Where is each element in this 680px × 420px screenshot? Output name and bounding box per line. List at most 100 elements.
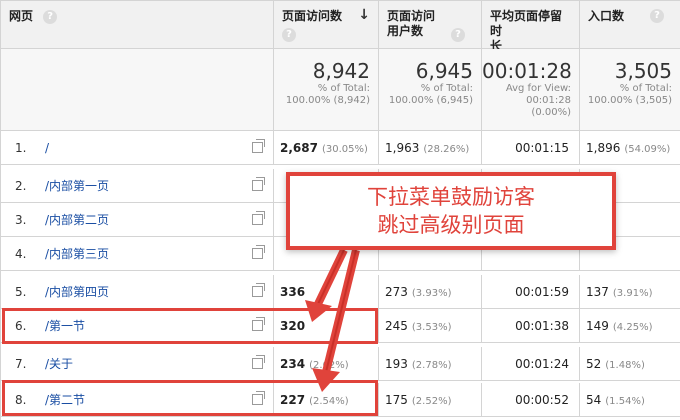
help-icon[interactable]: ? — [43, 9, 58, 24]
totals-avg-value: 00:01:28 — [482, 59, 572, 83]
page-link[interactable]: / — [45, 131, 49, 165]
entrances-cell: 54 (1.54%) — [580, 383, 680, 417]
totals-pageviews-value: 8,942 — [312, 59, 370, 83]
page-cell: 5. /内部第四页 — [1, 275, 274, 309]
page-link[interactable]: /内部第二页 — [45, 203, 109, 237]
entrances-cell: 1,896 (54.09%) — [580, 131, 680, 165]
totals-avg-l3: (0.00%) — [531, 107, 571, 118]
header-entrances[interactable]: 入口数 ? — [580, 1, 680, 49]
unique-value: 245 — [385, 319, 408, 333]
totals-entrances-l2: 100.00% (3,505) — [587, 95, 672, 106]
row-index: 5. — [15, 285, 27, 299]
unique-value: 175 — [385, 393, 408, 407]
table-header: 网页 ? 页面访问数 ↓ ? 页面访问 用户数 ? 平均页面停留时 长 入口数 … — [1, 1, 680, 53]
page-cell: 2. /内部第一页 — [1, 169, 274, 203]
totals-entrances-l1: % of Total: — [619, 83, 672, 94]
avg-value: 00:00:52 — [515, 393, 569, 407]
header-avg-time[interactable]: 平均页面停留时 长 — [482, 1, 580, 53]
pageviews-pct: (30.05%) — [321, 144, 368, 155]
page-cell: 4. /内部第三页 — [1, 237, 274, 271]
unique-cell: 245 (3.53%) — [379, 309, 482, 343]
table-row: 1. / 2,687 (30.05%) 1,963 (28.26%) 00:01:1… — [1, 131, 680, 165]
table-row: 7. /关于 234 (2.62%) 193 (2.78%) 00:01:24 52… — [1, 347, 680, 381]
totals-entrances: 3,505 % of Total: 100.00% (3,505) — [580, 49, 680, 131]
header-pageviews-label: 页面访问数 — [282, 9, 343, 23]
unique-pct: (2.52%) — [411, 396, 452, 407]
pageviews-pct: (2.62%) — [309, 360, 349, 371]
header-entrances-label: 入口数 — [588, 9, 625, 23]
pageviews-cell: 336 — [274, 275, 379, 309]
header-page[interactable]: 网页 ? — [1, 1, 274, 49]
avg-cell: 00:01:38 — [482, 309, 580, 343]
totals-row: 8,942 % of Total: 100.00% (8,942) 6,945 … — [1, 49, 680, 131]
unique-cell: 1,963 (28.26%) — [379, 131, 482, 165]
entrances-value: 52 — [586, 357, 602, 371]
annotation-callout: 下拉菜单鼓励访客 跳过高级别页面 — [286, 172, 616, 250]
entrances-pct: (1.54%) — [605, 396, 645, 407]
totals-avg-l1: Avg for View: — [505, 83, 571, 94]
unique-cell: 175 (2.52%) — [379, 383, 482, 417]
header-unique-label-1: 页面访问 — [387, 9, 436, 23]
unique-value: 273 — [385, 285, 408, 299]
totals-avg-l2: 00:01:28 — [526, 95, 571, 106]
avg-value: 00:01:15 — [515, 141, 569, 155]
row-index: 3. — [15, 213, 27, 227]
totals-entrances-value: 3,505 — [614, 59, 672, 83]
entrances-pct: (4.25%) — [612, 322, 653, 333]
entrances-pct: (1.48%) — [605, 360, 645, 371]
open-external-icon[interactable] — [252, 211, 265, 225]
header-pageviews[interactable]: 页面访问数 ↓ ? — [274, 1, 379, 49]
page-link[interactable]: /关于 — [45, 347, 73, 381]
totals-pageviews: 8,942 % of Total: 100.00% (8,942) — [274, 49, 379, 131]
row-index: 4. — [15, 247, 27, 261]
header-avg-label-1: 平均页面停留时 — [490, 9, 563, 38]
table-row: 5. /内部第四页 336 273 (3.93%) 00:01:59 137 (3.… — [1, 275, 680, 309]
callout-line-1: 下拉菜单鼓励访客 — [367, 185, 535, 209]
sort-descending-icon[interactable]: ↓ — [358, 8, 370, 23]
totals-unique-value: 6,945 — [415, 59, 473, 83]
help-icon[interactable]: ? — [650, 9, 664, 23]
totals-pageviews-l2: 100.00% (8,942) — [285, 95, 370, 106]
unique-pct: (2.78%) — [411, 360, 452, 371]
totals-unique-l1: % of Total: — [420, 83, 473, 94]
help-icon[interactable]: ? — [282, 28, 296, 42]
pageviews-cell: 234 (2.62%) — [274, 347, 379, 381]
totals-avg: 00:01:28 Avg for View: 00:01:28 (0.00%) — [482, 49, 580, 131]
open-external-icon[interactable] — [252, 177, 265, 191]
open-external-icon[interactable] — [252, 283, 265, 297]
unique-value: 1,963 — [385, 141, 420, 155]
unique-value: 193 — [385, 357, 408, 371]
avg-cell: 00:01:15 — [482, 131, 580, 165]
entrances-pct: (54.09%) — [624, 144, 671, 155]
entrances-value: 54 — [586, 393, 602, 407]
help-icon[interactable]: ? — [451, 28, 465, 42]
entrances-value: 1,896 — [586, 141, 621, 155]
page-link[interactable]: /内部第三页 — [45, 237, 109, 271]
open-external-icon[interactable] — [252, 245, 265, 259]
avg-cell: 00:01:24 — [482, 347, 580, 381]
row-index: 1. — [15, 141, 27, 155]
unique-pct: (3.93%) — [411, 288, 452, 299]
totals-pageviews-l1: % of Total: — [317, 83, 370, 94]
page-link[interactable]: /内部第四页 — [45, 275, 109, 309]
page-link[interactable]: /内部第一页 — [45, 169, 109, 203]
row-index: 2. — [15, 179, 27, 193]
open-external-icon[interactable] — [252, 139, 265, 153]
entrances-cell: 52 (1.48%) — [580, 347, 680, 381]
open-external-icon[interactable] — [252, 355, 265, 369]
pageviews-cell: 2,687 (30.05%) — [274, 131, 379, 165]
unique-cell: 273 (3.93%) — [379, 275, 482, 309]
avg-cell: 00:01:59 — [482, 275, 580, 309]
totals-unique-l2: 100.00% (6,945) — [388, 95, 473, 106]
avg-cell: 00:00:52 — [482, 383, 580, 417]
pageviews-value: 336 — [280, 285, 306, 299]
entrances-cell: 137 (3.91%) — [580, 275, 680, 309]
highlight-box-row-6 — [2, 308, 378, 344]
highlight-box-row-8 — [2, 380, 378, 416]
pageviews-value: 234 — [280, 357, 306, 371]
header-unique-pageviews[interactable]: 页面访问 用户数 ? — [379, 1, 482, 49]
row-index: 7. — [15, 357, 27, 371]
avg-value: 00:01:59 — [515, 285, 569, 299]
totals-page-cell — [1, 49, 274, 131]
page-cell: 3. /内部第二页 — [1, 203, 274, 237]
